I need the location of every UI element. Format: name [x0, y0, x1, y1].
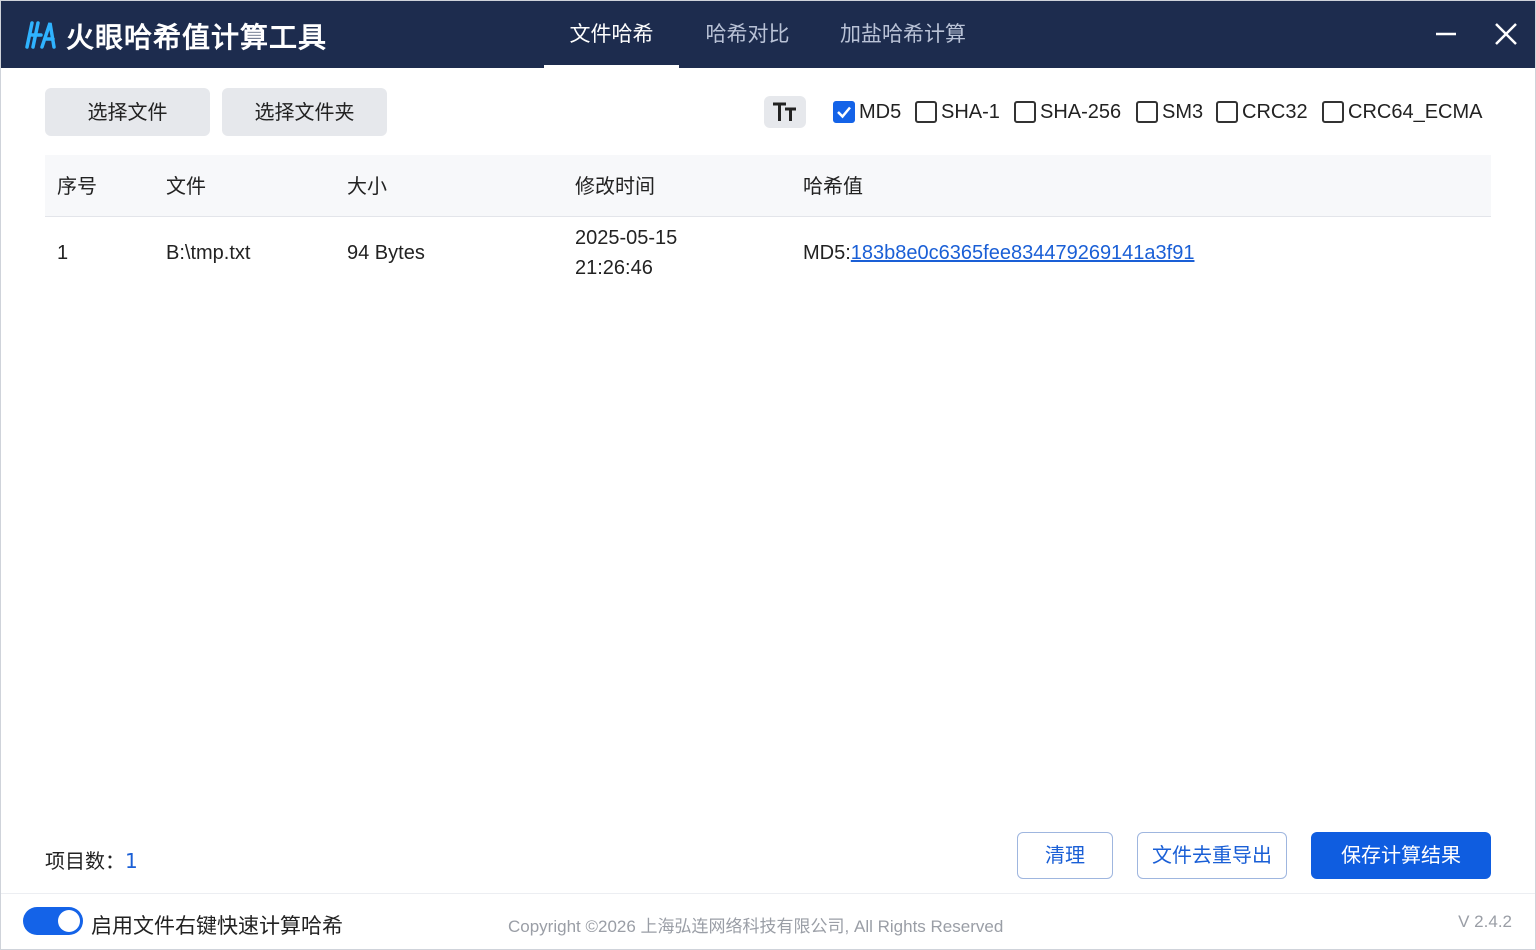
minimize-icon[interactable]: [1430, 18, 1462, 50]
version-text: V 2.4.2: [1458, 912, 1512, 931]
title-bar: 火眼哈希值计算工具 文件哈希 哈希对比 加盐哈希计算: [0, 0, 1536, 68]
hash-value-link[interactable]: 183b8e0c6365fee834479269141a3f91: [851, 242, 1195, 264]
checkbox-checked-icon[interactable]: [833, 101, 855, 123]
app-title: 火眼哈希值计算工具: [66, 21, 328, 54]
algo-crc64-checkbox[interactable]: CRC64_ECMA: [1322, 100, 1482, 124]
algo-crc32-checkbox[interactable]: CRC32: [1216, 100, 1308, 124]
checkbox-icon[interactable]: [1136, 101, 1158, 123]
algo-sha256-checkbox[interactable]: SHA-256: [1014, 100, 1121, 124]
checkbox-icon[interactable]: [1014, 101, 1036, 123]
table-header: 序号 文件 大小 修改时间 哈希值: [45, 155, 1491, 217]
algo-sha1-checkbox[interactable]: SHA-1: [915, 100, 1000, 124]
item-count: 项目数：1: [45, 845, 138, 874]
tab-hash-compare[interactable]: 哈希对比: [690, 0, 805, 68]
algo-label: SM3: [1162, 100, 1204, 123]
column-header-index[interactable]: 序号: [57, 155, 97, 217]
select-file-button[interactable]: 选择文件: [45, 88, 210, 136]
text-size-icon: [773, 102, 796, 121]
column-header-hash[interactable]: 哈希值: [803, 155, 863, 217]
select-folder-button[interactable]: 选择文件夹: [222, 88, 387, 136]
item-count-value: 1: [125, 849, 138, 873]
algo-label: MD5: [859, 100, 902, 123]
algo-label: CRC64_ECMA: [1348, 100, 1483, 123]
table-row[interactable]: 1 B:\tmp.txt 94 Bytes 2025-05-15 21:26:4…: [45, 218, 1491, 290]
algo-label: SHA-1: [941, 100, 1000, 123]
algo-sm3-checkbox[interactable]: SM3: [1136, 100, 1203, 124]
dedupe-export-button[interactable]: 文件去重导出: [1137, 832, 1287, 879]
cell-modified-time: 21:26:46: [575, 257, 653, 279]
context-menu-toggle[interactable]: [23, 907, 83, 935]
tab-file-hash[interactable]: 文件哈希: [544, 0, 679, 68]
toggle-knob: [58, 910, 80, 932]
cell-size: 94 Bytes: [347, 242, 425, 264]
clear-button[interactable]: 清理: [1017, 832, 1113, 879]
app-logo-icon: [25, 21, 56, 49]
tab-salted-hash[interactable]: 加盐哈希计算: [828, 0, 978, 68]
save-results-button[interactable]: 保存计算结果: [1311, 832, 1491, 879]
context-menu-toggle-label: 启用文件右键快速计算哈希: [91, 914, 343, 938]
hash-prefix: MD5:: [803, 242, 851, 264]
copyright-text: Copyright ©2026 上海弘连网络科技有限公司, All Rights…: [508, 917, 1004, 936]
cell-file: B:\tmp.txt: [166, 242, 251, 264]
algo-md5-checkbox[interactable]: MD5: [833, 100, 901, 124]
font-size-button[interactable]: [764, 96, 806, 128]
checkbox-icon[interactable]: [1322, 101, 1344, 123]
column-header-file[interactable]: 文件: [166, 155, 206, 217]
checkbox-icon[interactable]: [915, 101, 937, 123]
item-count-label: 项目数：: [45, 849, 125, 873]
checkbox-icon[interactable]: [1216, 101, 1238, 123]
cell-modified-date: 2025-05-15: [575, 227, 678, 249]
cell-index: 1: [57, 242, 69, 264]
cell-hash: MD5:183b8e0c6365fee834479269141a3f91: [803, 242, 1194, 265]
algo-label: CRC32: [1242, 100, 1308, 123]
window-border: [0, 0, 1536, 950]
close-icon[interactable]: [1490, 18, 1522, 50]
column-header-modified[interactable]: 修改时间: [575, 155, 655, 217]
algo-label: SHA-256: [1040, 100, 1122, 123]
column-header-size[interactable]: 大小: [347, 155, 387, 217]
